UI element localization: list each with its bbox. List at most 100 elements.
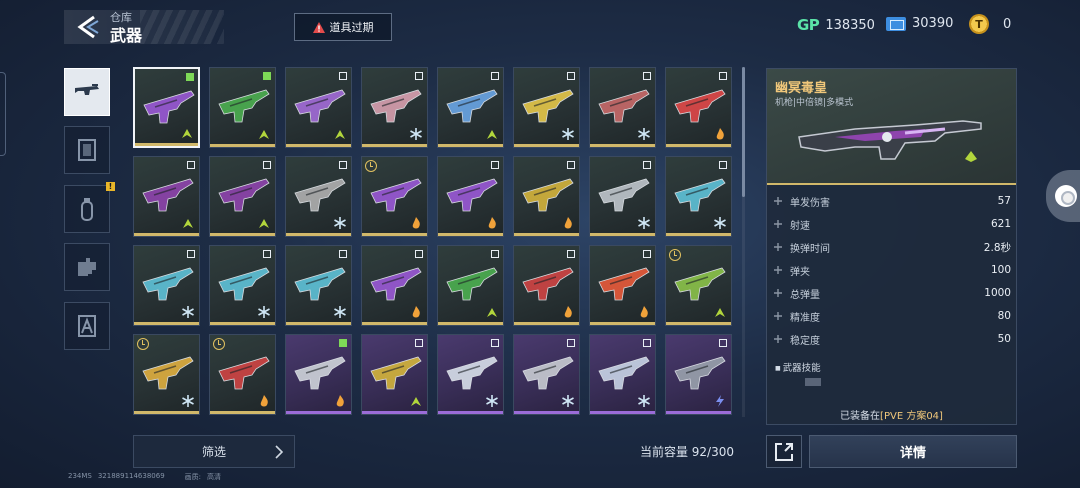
weapon-card[interactable] [513,67,580,148]
scrollbar-thumb[interactable] [742,67,745,197]
category-grenade[interactable]: ! [64,182,115,233]
select-checkbox[interactable] [719,161,727,169]
weapon-card[interactable] [285,334,352,415]
category-frame[interactable] [64,126,110,174]
weapon-card[interactable] [665,67,732,148]
stat-row: 弹夹 100 [773,262,1011,278]
rarity-line [362,144,427,147]
poison-element-icon [715,308,725,317]
select-checkbox[interactable] [339,161,347,169]
weapon-icon [142,267,194,301]
weapon-card[interactable] [285,67,352,148]
weapon-card[interactable] [361,156,428,237]
weapon-card[interactable] [361,334,428,415]
clock-icon [137,338,149,350]
select-checkbox[interactable] [415,339,423,347]
weapon-card[interactable] [133,67,200,148]
rarity-line [514,411,579,414]
rarity-line [438,233,503,236]
select-checkbox[interactable] [186,73,194,81]
rarity-line [362,322,427,325]
weapon-card[interactable] [209,245,276,326]
weapon-skill-title: 武器技能 [775,360,821,374]
category-character[interactable] [64,302,110,350]
weapon-card[interactable] [665,156,732,237]
stat-value: 1000 [984,287,1011,299]
weapon-card[interactable] [513,245,580,326]
fire-element-icon [564,217,572,229]
select-checkbox[interactable] [263,161,271,169]
weapon-card[interactable] [665,334,732,415]
select-checkbox[interactable] [567,72,575,80]
expired-items-button[interactable]: 道具过期 [294,13,392,41]
rarity-line [210,144,275,147]
weapon-card[interactable] [133,334,200,415]
select-checkbox[interactable] [719,72,727,80]
select-checkbox[interactable] [415,250,423,258]
weapon-icon [674,178,726,212]
select-checkbox[interactable] [567,161,575,169]
reload-icon [774,243,782,251]
category-rifle[interactable] [64,68,110,116]
select-checkbox[interactable] [643,250,651,258]
select-checkbox[interactable] [263,250,271,258]
weapon-card[interactable] [133,156,200,237]
weapon-icon [522,89,574,123]
weapon-card[interactable] [209,334,276,415]
weapon-preview-image [798,120,982,162]
select-checkbox[interactable] [567,250,575,258]
weapon-card[interactable] [361,67,428,148]
category-puzzle[interactable] [64,243,110,291]
weapon-icon [142,178,194,212]
weapon-card[interactable] [209,67,276,148]
filter-button[interactable]: 筛选 [133,435,295,468]
weapon-card[interactable] [513,156,580,237]
share-button[interactable] [766,435,802,468]
select-checkbox[interactable] [567,339,575,347]
weapon-card[interactable] [437,67,504,148]
weapon-card[interactable] [437,156,504,237]
weapon-card[interactable] [589,334,656,415]
back-arrow-icon[interactable] [74,15,100,39]
select-checkbox[interactable] [719,339,727,347]
select-checkbox[interactable] [643,339,651,347]
select-checkbox[interactable] [187,250,195,258]
weapon-card[interactable] [589,245,656,326]
weapon-card[interactable] [285,245,352,326]
select-checkbox[interactable] [415,72,423,80]
select-checkbox[interactable] [263,72,271,80]
select-checkbox[interactable] [643,161,651,169]
select-checkbox[interactable] [187,161,195,169]
select-checkbox[interactable] [339,250,347,258]
weapon-card[interactable] [589,156,656,237]
weapon-card[interactable] [285,156,352,237]
select-checkbox[interactable] [491,250,499,258]
select-checkbox[interactable] [643,72,651,80]
floating-assistant-button[interactable] [1046,170,1080,222]
ice-element-icon [486,395,498,407]
select-checkbox[interactable] [491,339,499,347]
weapon-card[interactable] [589,67,656,148]
rarity-line [590,144,655,147]
select-checkbox[interactable] [491,72,499,80]
weapon-card[interactable] [133,245,200,326]
select-checkbox[interactable] [339,339,347,347]
select-checkbox[interactable] [491,161,499,169]
weapon-icon [370,89,422,123]
rarity-line [286,233,351,236]
weapon-card[interactable] [437,245,504,326]
left-edge-handle[interactable] [0,72,6,156]
weapon-icon [598,178,650,212]
rarity-line [438,411,503,414]
stat-value: 50 [997,333,1011,345]
weapon-card[interactable] [209,156,276,237]
weapon-card[interactable] [513,334,580,415]
poison-element-icon [259,130,269,139]
weapon-card[interactable] [361,245,428,326]
weapon-card[interactable] [437,334,504,415]
weapon-skill-slot[interactable] [805,378,821,386]
weapon-card[interactable] [665,245,732,326]
detail-button[interactable]: 详情 [809,435,1017,468]
stability-icon [774,335,782,343]
select-checkbox[interactable] [339,72,347,80]
